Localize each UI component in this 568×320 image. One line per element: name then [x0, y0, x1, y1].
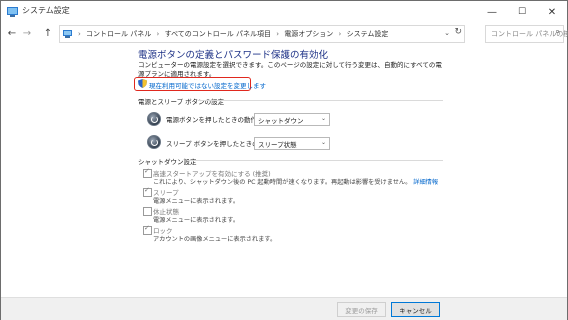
cancel-button[interactable]: キャンセル	[391, 302, 440, 317]
sleep-checkbox[interactable]	[143, 186, 152, 197]
back-button[interactable]: ←	[5, 26, 19, 40]
chevron-down-icon: ⌄	[320, 115, 326, 122]
breadcrumb-all-items[interactable]: すべてのコントロール パネル項目	[165, 30, 271, 38]
address-box[interactable]: › コントロール パネル › すべてのコントロール パネル項目 › 電源オプショ…	[59, 25, 465, 43]
save-changes-button[interactable]: 変更の保存	[337, 302, 386, 317]
minimize-button[interactable]: —	[477, 1, 507, 23]
hibernate-checkbox[interactable]	[143, 207, 152, 216]
breadcrumb: › コントロール パネル › すべてのコントロール パネル項目 › 電源オプショ…	[75, 29, 388, 39]
breadcrumb-separator: ›	[78, 30, 81, 38]
maximize-button[interactable]: ☐	[507, 1, 537, 23]
search-input[interactable]: コントロール パネルの検索 ⌕	[485, 25, 568, 43]
breadcrumb-separator: ›	[276, 30, 280, 38]
window: システム設定 — ☐ ✕ ← → ↑ › コントロール パネル › すべてのコン…	[0, 0, 568, 320]
uac-shield-icon	[138, 79, 147, 88]
power-button-icon	[147, 112, 161, 126]
chevron-down-icon[interactable]: ⌄	[444, 29, 450, 37]
divider	[198, 100, 443, 101]
breadcrumb-control-panel[interactable]: コントロール パネル	[86, 30, 151, 38]
refresh-icon[interactable]: ↻	[454, 27, 462, 37]
lock-description: アカウントの画像メニューに表示されます。	[153, 236, 277, 243]
change-link-label: 現在利用可能ではない設定を変更します	[149, 82, 266, 90]
power-button-action-value: シャットダウン	[258, 117, 304, 125]
fast-startup-description: これにより、シャットダウン後の PC 起動時間が速くなります。再起動は影響を受け…	[153, 177, 438, 186]
search-icon: ⌕	[554, 27, 560, 37]
sleep-button-action-value: スリープ状態	[258, 141, 297, 149]
footer-bar: 変更の保存 キャンセル	[1, 297, 567, 320]
power-button-action-select[interactable]: シャットダウン ⌄	[254, 113, 330, 126]
sleep-button-icon	[147, 135, 161, 149]
forward-button[interactable]: →	[20, 26, 34, 40]
control-panel-small-icon	[63, 30, 72, 38]
breadcrumb-power-options[interactable]: 電源オプション	[284, 30, 333, 38]
sleep-button-action-select[interactable]: スリープ状態 ⌄	[254, 137, 330, 150]
page-title: 電源ボタンの定義とパスワード保護の有効化	[138, 50, 329, 61]
fast-startup-checkbox[interactable]	[143, 167, 152, 178]
shutdown-section-title: シャットダウン設定	[138, 158, 197, 166]
lock-checkbox[interactable]	[143, 224, 152, 235]
chevron-down-icon: ⌄	[320, 139, 326, 146]
power-button-label: 電源ボタンを押したときの動作:	[166, 116, 260, 124]
control-panel-icon	[7, 7, 18, 17]
more-info-link[interactable]: 詳細情報	[413, 179, 438, 186]
breadcrumb-system-settings[interactable]: システム設定	[347, 30, 389, 38]
power-buttons-section-title: 電源とスリープ ボタンの設定	[138, 98, 225, 106]
change-unavailable-settings-link[interactable]: 現在利用可能ではない設定を変更します	[134, 77, 266, 91]
address-bar: ← → ↑ › コントロール パネル › すべてのコントロール パネル項目 › …	[1, 23, 568, 44]
breadcrumb-separator: ›	[338, 30, 342, 38]
window-title: システム設定	[22, 6, 70, 15]
close-button[interactable]: ✕	[537, 1, 567, 23]
sleep-description: 電源メニューに表示されます。	[153, 198, 240, 205]
hibernate-description: 電源メニューに表示されます。	[153, 217, 240, 224]
up-button[interactable]: ↑	[41, 26, 55, 40]
title-bar: システム設定 — ☐ ✕	[1, 1, 567, 23]
fast-startup-description-text: これにより、シャットダウン後の PC 起動時間が速くなります。再起動は影響を受け…	[153, 179, 412, 186]
breadcrumb-separator: ›	[156, 30, 160, 38]
divider	[187, 160, 443, 161]
